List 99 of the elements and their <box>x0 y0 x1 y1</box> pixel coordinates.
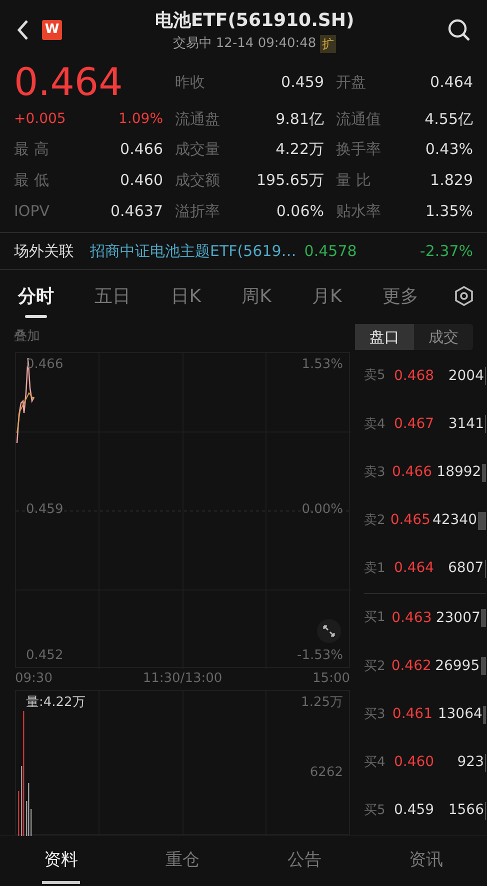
order-volume: 923 <box>457 753 484 772</box>
volume-bar <box>482 464 486 482</box>
time-axis-label: 15:00 <box>312 670 350 688</box>
related-change: -2.37% <box>420 240 473 262</box>
change-percent: 1.09% <box>118 110 163 128</box>
order-level-label: 买2 <box>364 658 386 676</box>
stat-label: 贴水率 <box>336 201 382 222</box>
bottom-tab[interactable]: 资讯 <box>407 842 446 880</box>
stat-value: 0.4637 <box>110 201 163 222</box>
bottom-tab[interactable]: 重仓 <box>164 842 202 880</box>
order-price: 0.462 <box>391 656 432 676</box>
search-button[interactable] <box>447 18 471 42</box>
volume-bar <box>478 512 486 530</box>
order-level-label: 卖4 <box>364 416 386 434</box>
order-book-tab[interactable]: 盘口 <box>355 324 414 350</box>
stat-label: IOPV <box>14 201 51 222</box>
stat-value: 0.464 <box>429 72 473 93</box>
order-level-label: 卖3 <box>364 464 386 482</box>
percent-axis-label: -1.53% <box>297 646 343 664</box>
time-axis-label: 09:30 <box>15 670 52 688</box>
order-volume: 23007 <box>436 608 480 628</box>
order-level-label: 买4 <box>364 754 386 772</box>
order-price: 0.464 <box>394 559 436 578</box>
order-volume: 26995 <box>435 656 480 676</box>
period-tab[interactable]: 更多 <box>378 276 422 316</box>
stat-value: 4.55亿 <box>424 108 473 130</box>
stat-label: 成交量 <box>175 139 221 160</box>
back-button[interactable] <box>16 19 30 41</box>
order-price: 0.461 <box>392 705 434 724</box>
volume-label: 量:4.22万 <box>26 694 86 712</box>
order-volume: 6807 <box>448 559 484 578</box>
period-tab[interactable]: 日K <box>167 276 205 316</box>
order-price: 0.466 <box>392 463 434 482</box>
related-price: 0.4578 <box>304 240 357 262</box>
period-tab[interactable]: 分时 <box>14 276 58 316</box>
order-level-label: 买3 <box>364 706 386 724</box>
overlay-label[interactable]: 叠加 <box>14 327 40 347</box>
stat-value: 0.43% <box>424 139 473 160</box>
related-fund-link[interactable]: 招商中证电池主题ETF(5619… <box>90 240 296 262</box>
percent-axis-label: 1.53% <box>302 356 343 374</box>
order-volume: 1566 <box>448 801 484 820</box>
stat-label: 开盘 <box>336 72 367 93</box>
stat-value: 0.460 <box>119 170 163 192</box>
stat-value: 1.829 <box>429 170 473 192</box>
order-volume: 13064 <box>438 705 482 724</box>
order-volume: 3141 <box>448 414 484 434</box>
stat-label: 最 高 <box>14 139 50 160</box>
price-change: +0.005 <box>14 110 67 128</box>
order-level-label: 卖2 <box>364 512 386 530</box>
stat-value: 1.35% <box>424 201 473 222</box>
time-axis-label: 11:30/13:00 <box>142 670 222 688</box>
fullscreen-button[interactable] <box>317 619 341 643</box>
order-level-label: 卖5 <box>364 367 386 386</box>
logo-icon: W <box>42 20 62 40</box>
expand-badge: 扩 <box>320 34 336 52</box>
order-price: 0.465 <box>390 511 432 530</box>
settings-button[interactable] <box>455 286 473 306</box>
order-level-label: 买1 <box>364 609 386 628</box>
bottom-tab[interactable]: 公告 <box>285 842 324 880</box>
percent-axis-label: 0.00% <box>302 501 343 520</box>
volume-axis-label: 6262 <box>310 764 343 782</box>
price-axis-label: 0.452 <box>26 646 64 664</box>
period-tab[interactable]: 周K <box>238 276 276 316</box>
trading-status: 交易中 12-14 09:40:48 <box>172 34 316 53</box>
order-level-label: 卖1 <box>364 560 386 578</box>
order-price: 0.460 <box>394 753 436 772</box>
related-label: 场外关联 <box>14 240 74 262</box>
order-volume: 42340 <box>432 511 477 530</box>
stat-label: 换手率 <box>336 139 382 160</box>
stat-label: 流通值 <box>336 108 382 130</box>
stat-value: 9.81亿 <box>274 108 324 130</box>
stock-title: 电池ETF(561910.SH) <box>154 8 354 33</box>
stat-value: 195.65万 <box>256 170 324 192</box>
stat-label: 昨收 <box>175 72 206 93</box>
volume-bar <box>481 609 486 628</box>
order-level-label: 买5 <box>364 802 386 820</box>
stat-label: 最 低 <box>14 170 50 192</box>
period-tab[interactable]: 月K <box>308 276 346 316</box>
stat-value: 0.459 <box>280 72 324 93</box>
stat-label: 成交额 <box>175 170 221 192</box>
order-price: 0.468 <box>394 366 436 386</box>
stat-value: 0.06% <box>275 201 324 222</box>
order-price: 0.459 <box>394 801 436 820</box>
volume-axis-label: 1.25万 <box>301 694 343 712</box>
volume-bar <box>480 657 486 676</box>
order-book-tab[interactable]: 成交 <box>414 324 473 350</box>
stat-label: 量 比 <box>336 170 372 192</box>
stat-label: 流通盘 <box>175 108 221 130</box>
order-price: 0.463 <box>392 608 433 628</box>
stat-value: 4.22万 <box>274 139 324 160</box>
volume-bar <box>483 706 486 724</box>
order-volume: 2004 <box>448 366 484 386</box>
order-price: 0.467 <box>394 414 436 434</box>
current-price: 0.464 <box>14 63 124 101</box>
stat-label: 溢折率 <box>175 201 221 222</box>
price-axis-label: 0.459 <box>26 501 64 520</box>
stat-value: 0.466 <box>119 139 163 160</box>
order-volume: 18992 <box>436 463 482 482</box>
period-tab[interactable]: 五日 <box>90 276 135 316</box>
